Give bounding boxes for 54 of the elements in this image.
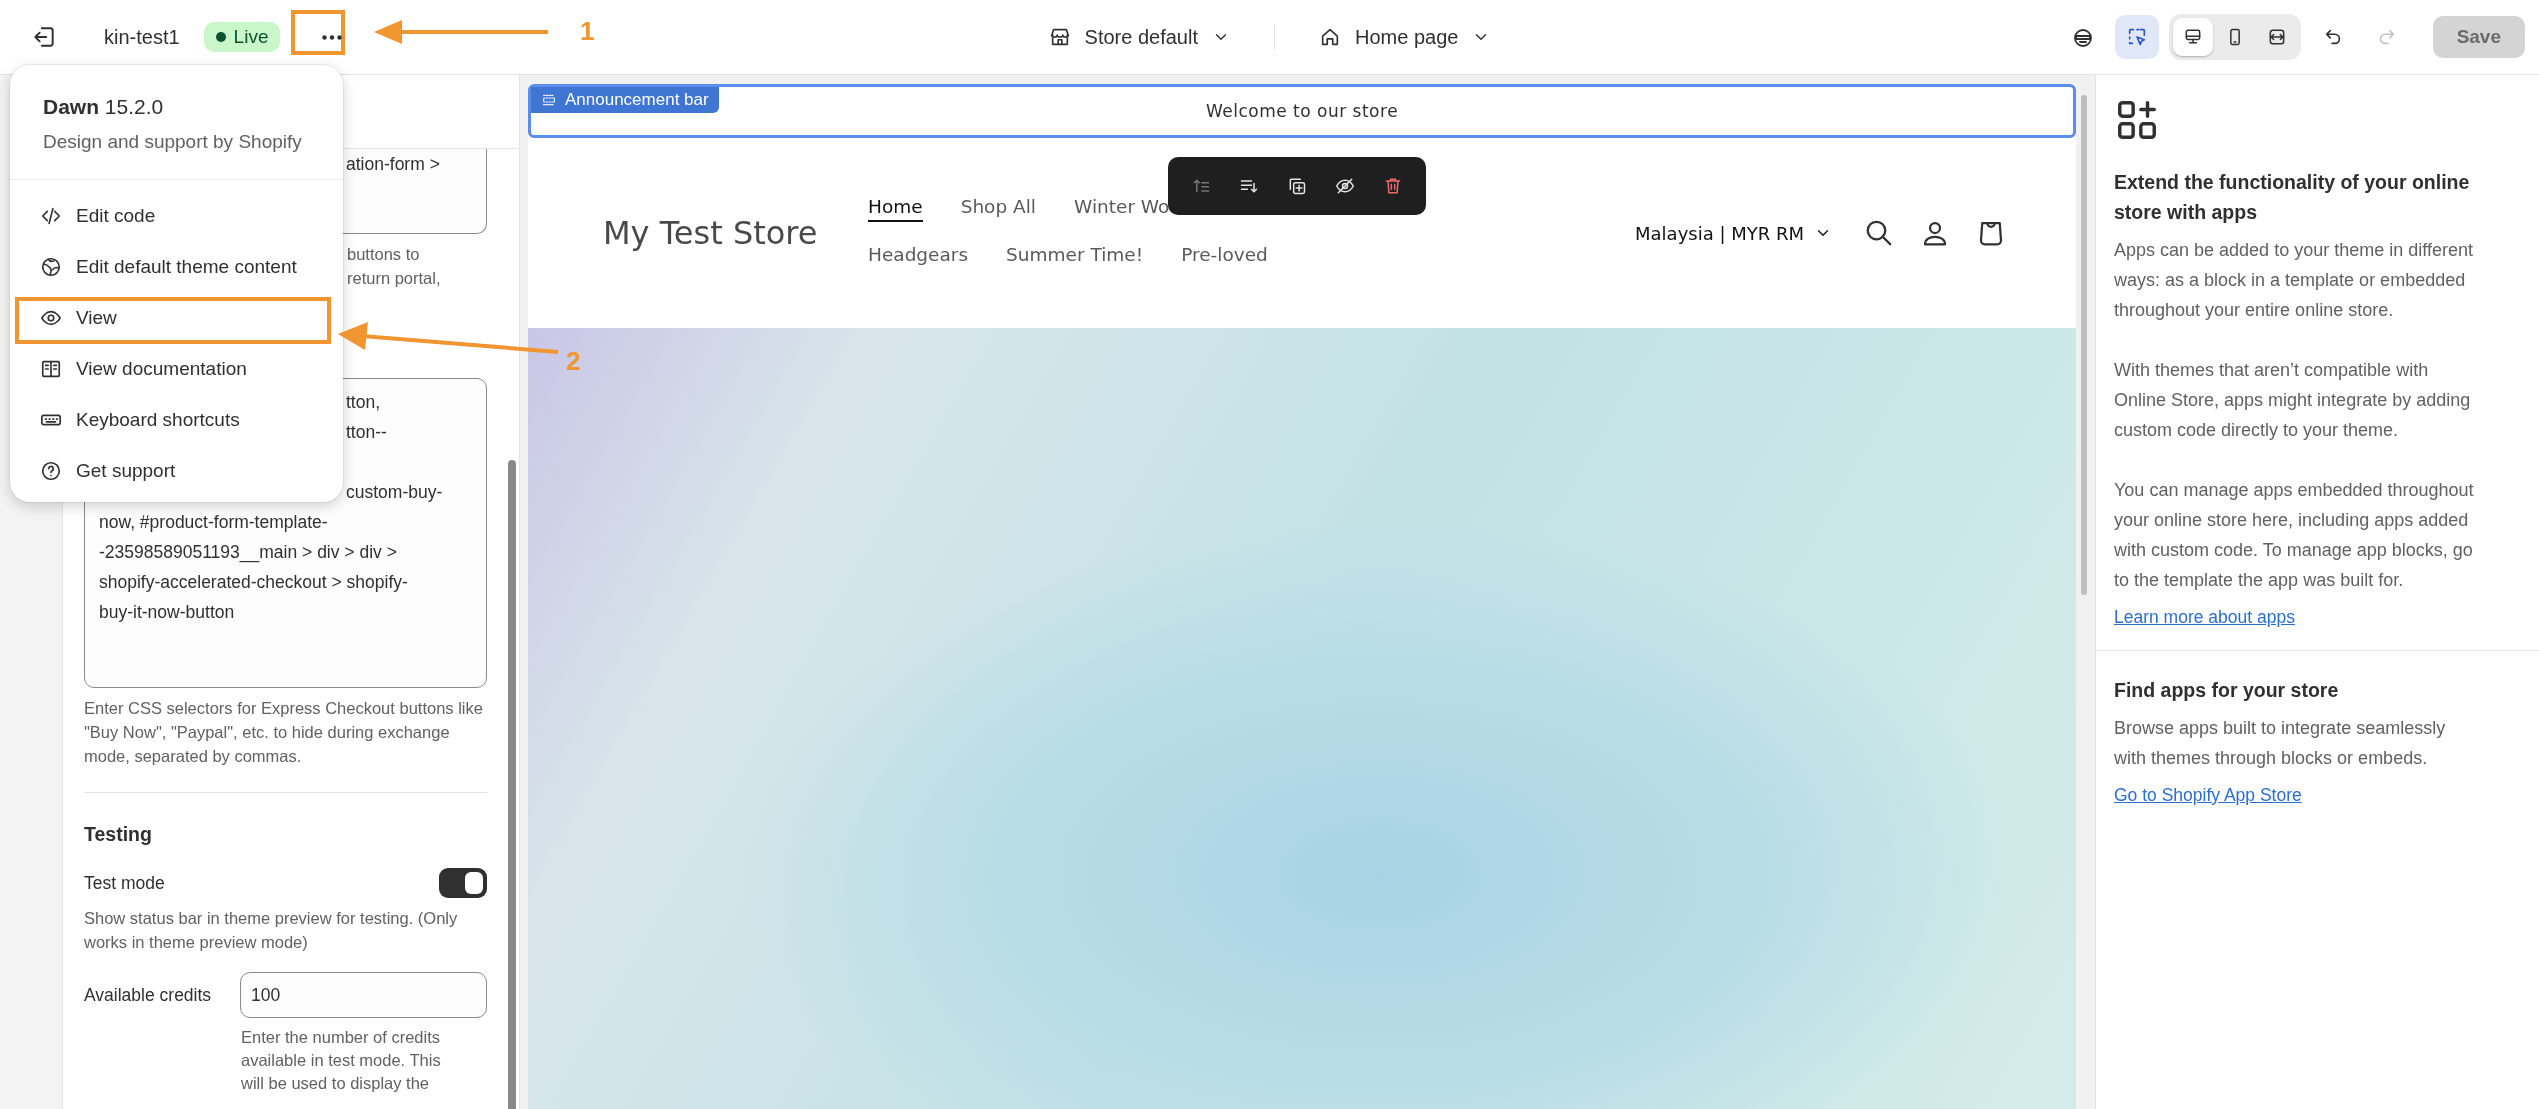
input-field[interactable]: 100 (240, 972, 487, 1018)
menu-item[interactable]: Edit default theme content (10, 241, 343, 292)
field-label: Test mode (84, 872, 165, 894)
toggle-switch[interactable] (439, 868, 487, 898)
announcement-bar[interactable]: Announcement bar Welcome to our store (528, 84, 2076, 138)
home-icon (1319, 26, 1341, 48)
help-text: Enter CSS selectors for Express Checkout buttons like "Buy Now", "Paypal", etc. to hide during exchange mode, separated by commas. (84, 698, 484, 767)
panel-heading: Extend the functionality of your online store with apps (2114, 170, 2471, 225)
nav-link[interactable]: Home (868, 196, 923, 222)
help-text: Show status bar in theme preview for testing. (Only works in theme preview mode) (84, 908, 459, 953)
nav-link[interactable]: Pre-loved (1181, 244, 1268, 270)
description-text: With themes that aren’t compatible with Online Store, apps might integrate by adding custom code directly to your theme. (2114, 359, 2472, 442)
nav-link[interactable]: Shop All (960, 196, 1036, 222)
page-selector[interactable]: Home page (1309, 19, 1501, 55)
desktop-icon[interactable] (2172, 18, 2213, 56)
nav-link[interactable]: Winter Wo (1074, 196, 1170, 222)
menu-item[interactable]: View (10, 292, 343, 343)
nav-link[interactable]: Headgears (868, 244, 969, 270)
search-icon[interactable] (1864, 218, 1894, 248)
description-text: You can manage apps embedded throughout your online store here, including apps added with custom code. To manage app blocks, go to the template the app was built for. (2114, 479, 2475, 592)
store-logo[interactable]: My Test Store (603, 214, 868, 252)
ellipsis-icon (322, 34, 343, 40)
annotation-number: 1 (580, 16, 595, 47)
menu-item[interactable]: Edit code (10, 190, 343, 241)
section-tag: Announcement bar (531, 87, 719, 113)
scrollbar[interactable] (2081, 95, 2087, 595)
store-icon (1048, 26, 1071, 48)
app-store-link[interactable]: Go to Shopify App Store (2114, 785, 2302, 806)
theme-name: kin-test1 (104, 25, 180, 49)
help-text: Enter the number of credits available in test mode. This will be used to display the (241, 1027, 442, 1094)
help-icon (40, 459, 62, 482)
section-icon (541, 92, 557, 108)
announcement-text: Welcome to our store (1205, 101, 1399, 121)
store-selector[interactable]: Store default (1038, 19, 1240, 55)
country-selector[interactable]: Malaysia | MYR RM (1629, 221, 1838, 245)
field-label: Available credits (84, 984, 212, 1006)
description-text: Apps can be added to your theme in different ways: as a block in a template or embedded throughout your entire online store. (2114, 239, 2474, 322)
learn-more-link[interactable]: Learn more about apps (2114, 607, 2295, 628)
field-text: now, #product-form-template- -23598589051193__main > div > div > shopify-accelerated-checkout > shopify- buy-it-now-button (99, 511, 408, 624)
description-text: Browse apps built to integrate seamlessly with themes through blocks or embeds. (2114, 717, 2447, 770)
highlight-box (291, 10, 345, 55)
help-text: buttons to return portal, (347, 244, 441, 289)
field-text: tton, tton-- custom-buy- (346, 391, 443, 504)
annotation-number: 2 (566, 346, 581, 377)
theme-author: Design and support by Shopify (43, 131, 303, 153)
theme-name: Dawn 15.2.0 (43, 95, 165, 119)
section-title: Testing (84, 823, 153, 846)
live-status-badge: Live (203, 22, 281, 52)
nav-link[interactable]: Summer Time! (1006, 244, 1144, 270)
field-text: ation-form > (346, 153, 440, 176)
panel-heading: Find apps for your store (2114, 678, 2340, 703)
scrollbar[interactable] (508, 460, 516, 1109)
globe-icon (40, 255, 62, 278)
inspector-button[interactable] (2114, 15, 2159, 59)
